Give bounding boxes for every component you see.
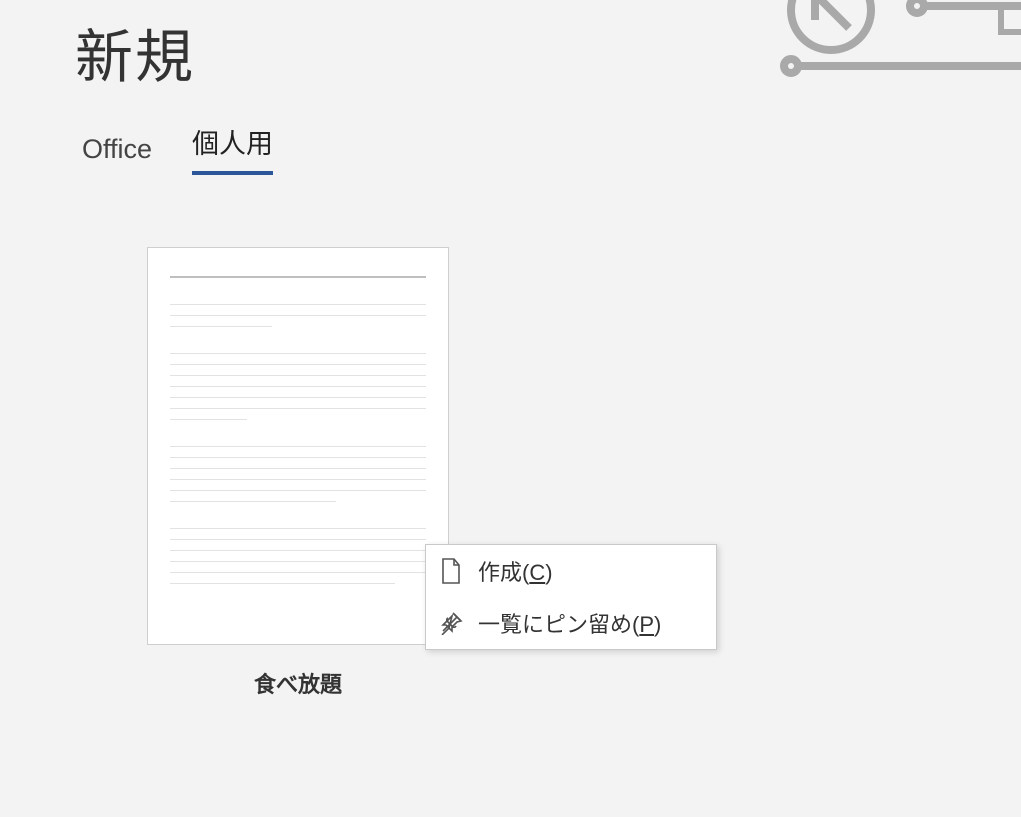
tab-personal[interactable]: 個人用: [192, 122, 273, 175]
page-title: 新規: [75, 10, 195, 94]
new-tabs: Office 個人用: [82, 122, 273, 175]
pin-icon: [438, 610, 464, 636]
document-icon: [438, 558, 464, 584]
decorative-circuit-graphic: [771, 0, 1021, 100]
context-menu-pin[interactable]: 一覧にピン留め(P): [426, 597, 716, 649]
context-menu-create[interactable]: 作成(C): [426, 545, 716, 597]
tab-office[interactable]: Office: [82, 134, 152, 175]
context-menu-pin-label: 一覧にピン留め(P): [478, 607, 661, 639]
template-label: 食べ放題: [254, 667, 342, 699]
templates-area: 食べ放題: [147, 247, 449, 699]
template-card-tabehoudai[interactable]: 食べ放題: [147, 247, 449, 699]
context-menu: 作成(C) 一覧にピン留め(P): [425, 544, 717, 650]
template-thumbnail: [147, 247, 449, 645]
context-menu-create-label: 作成(C): [478, 555, 553, 587]
